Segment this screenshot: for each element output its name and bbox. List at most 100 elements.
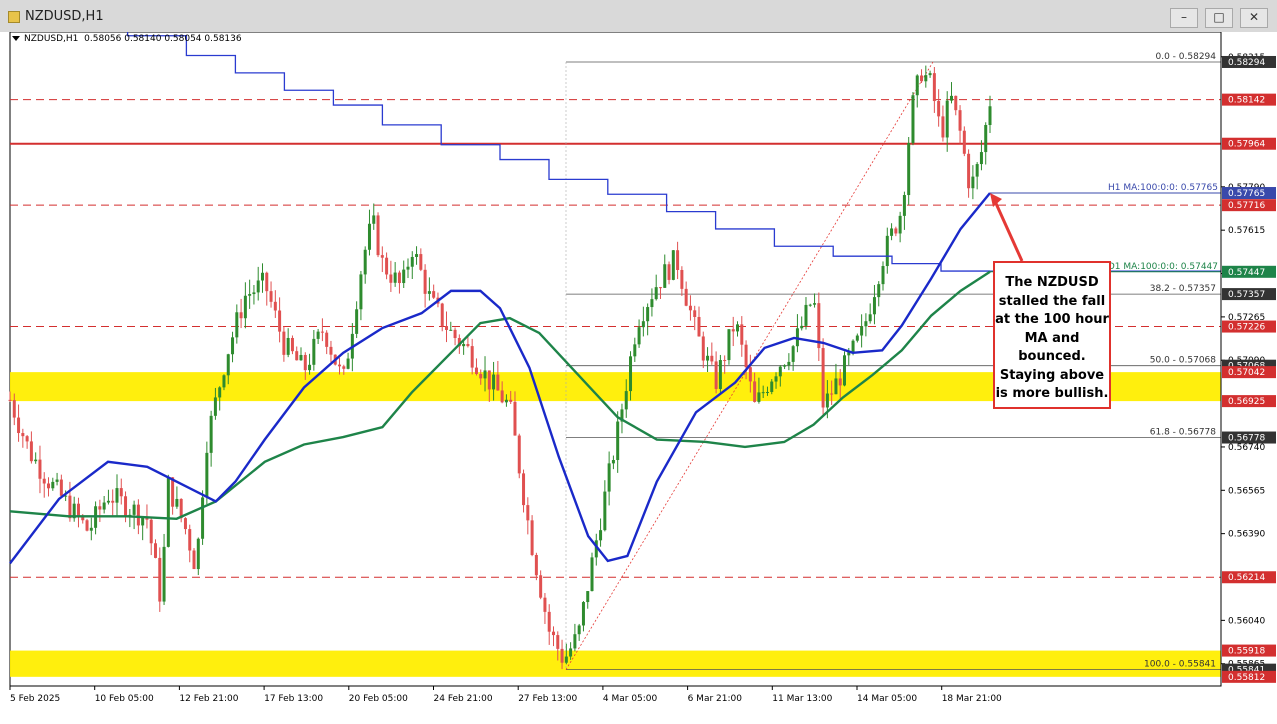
x-tick-label-5: 24 Feb 21:00 <box>434 694 493 704</box>
ma-label-1: D1 MA:100:0:0: 0.57447 <box>1108 262 1218 272</box>
candle-body <box>42 478 46 484</box>
candle-body <box>975 164 979 177</box>
candle-body <box>231 337 235 355</box>
candle-body <box>85 520 89 531</box>
candle-body <box>770 381 774 392</box>
candle-body <box>290 337 294 352</box>
candle-body <box>504 399 508 403</box>
candle-body <box>419 254 423 270</box>
candle-body <box>248 294 252 296</box>
candle-body <box>25 436 29 442</box>
candle-body <box>205 452 209 498</box>
candle-body <box>183 518 187 530</box>
candle-body <box>21 433 25 437</box>
candle-body <box>710 355 714 362</box>
candle-body <box>243 295 247 319</box>
candle-body <box>646 307 650 322</box>
candle-body <box>342 366 346 369</box>
candle-body <box>312 338 316 365</box>
candle-body <box>34 459 38 462</box>
candle-body <box>736 324 740 332</box>
candle-body <box>616 421 620 461</box>
candle-body <box>577 625 581 635</box>
candle-body <box>706 355 710 361</box>
candle-body <box>483 370 487 379</box>
candle-body <box>988 106 992 125</box>
candle-body <box>937 101 941 117</box>
candle-body <box>868 314 872 322</box>
candle-body <box>111 500 115 503</box>
close-button[interactable]: ✕ <box>1240 8 1268 28</box>
candle-body <box>599 530 603 541</box>
candle-body <box>175 498 179 507</box>
candle-body <box>355 309 359 334</box>
candle-body <box>920 75 924 82</box>
candle-body <box>979 152 983 165</box>
candle-body <box>492 374 496 390</box>
dropdown-triangle-icon[interactable] <box>12 36 20 41</box>
candle-body <box>641 321 645 328</box>
candle-body <box>761 392 765 394</box>
candle-body <box>372 215 376 224</box>
candle-body <box>141 517 145 526</box>
candle-body <box>269 291 273 302</box>
candle-body <box>346 358 350 369</box>
candle-body <box>517 435 521 474</box>
candle-body <box>38 459 42 479</box>
price-tag-9: 0.57042 <box>1228 368 1265 378</box>
candle-body <box>308 364 312 371</box>
candle-body <box>774 376 778 382</box>
price-tag-3: 0.57765 <box>1228 189 1265 199</box>
candle-body <box>415 254 419 257</box>
candle-body <box>757 392 761 402</box>
candle-body <box>564 656 568 663</box>
candle-body <box>316 331 320 339</box>
chart-window-icon <box>8 11 20 23</box>
candle-body <box>787 361 791 366</box>
candle-body <box>385 257 389 275</box>
candle-body <box>496 374 500 391</box>
candle-body <box>778 366 782 377</box>
candle-body <box>222 375 226 388</box>
candle-body <box>671 250 675 280</box>
maximize-button[interactable]: □ <box>1205 8 1233 28</box>
candle-body <box>629 356 633 392</box>
candle-body <box>453 329 457 339</box>
fib-label-4: 100.0 - 0.55841 <box>1144 660 1216 670</box>
candle-body <box>260 272 264 281</box>
candle-body <box>962 130 966 154</box>
candle-body <box>12 400 16 418</box>
candle-body <box>303 354 307 371</box>
candle-body <box>154 543 158 558</box>
candle-body <box>136 504 140 526</box>
candle-body <box>607 463 611 492</box>
candle-body <box>753 381 757 402</box>
candle-body <box>813 303 817 305</box>
candle-body <box>556 635 560 649</box>
candle-body <box>658 287 662 289</box>
price-tag-1: 0.58142 <box>1228 96 1265 106</box>
candle-body <box>543 597 547 612</box>
candle-body <box>740 324 744 345</box>
candle-body <box>676 250 680 270</box>
candle-body <box>256 280 260 293</box>
candle-body <box>928 73 932 76</box>
x-tick-label-6: 27 Feb 13:00 <box>518 694 577 704</box>
candle-body <box>530 520 534 555</box>
candle-body <box>98 506 102 510</box>
candle-body <box>864 321 868 327</box>
minimize-button[interactable]: – <box>1170 8 1198 28</box>
candle-body <box>885 235 889 267</box>
price-tag-11: 0.56778 <box>1228 434 1265 444</box>
candle-body <box>55 479 59 482</box>
candle-body <box>932 73 936 102</box>
candle-body <box>423 269 427 294</box>
candle-body <box>680 269 684 289</box>
candle-body <box>479 373 483 379</box>
fib-label-1: 38.2 - 0.57357 <box>1150 284 1216 294</box>
candle-body <box>872 297 876 315</box>
candle-body <box>808 304 812 306</box>
candle-body <box>573 634 577 649</box>
candle-body <box>402 269 406 284</box>
candle-body <box>149 519 153 544</box>
